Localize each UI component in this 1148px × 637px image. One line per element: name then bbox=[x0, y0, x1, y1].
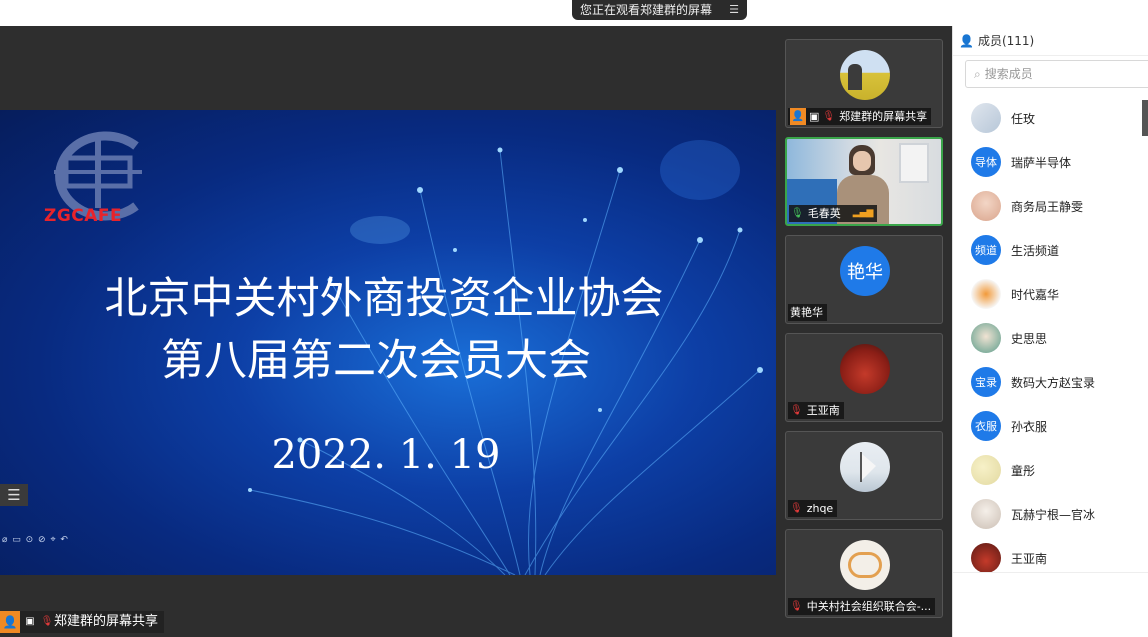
video-tile[interactable]: 艳华 黄艳华 bbox=[785, 235, 943, 324]
tile-name: 王亚南 bbox=[806, 404, 840, 417]
member-name: 孙衣服 bbox=[1011, 419, 1048, 434]
avatar bbox=[971, 191, 1001, 221]
avatar bbox=[840, 540, 890, 590]
avatar bbox=[971, 279, 1001, 309]
scrollbar-thumb[interactable] bbox=[1142, 100, 1148, 136]
divider bbox=[953, 572, 1148, 573]
member-name: 史思思 bbox=[1011, 331, 1048, 346]
avatar bbox=[971, 455, 1001, 485]
member-item[interactable]: 商务局王静雯 bbox=[953, 184, 1148, 228]
members-panel: 👤 成员(111) ⌕ 搜索成员 任玫 导体 瑞萨半导体 商务局王静雯 频道 生活频… bbox=[952, 26, 1148, 637]
video-tile[interactable]: 🎙 王亚南 bbox=[785, 333, 943, 422]
logo-text: ZGCAFE bbox=[44, 206, 123, 226]
member-item[interactable]: 时代嘉华 bbox=[953, 272, 1148, 316]
avatar bbox=[840, 50, 890, 100]
screen-share-icon: ▣ bbox=[25, 616, 35, 627]
member-item[interactable]: 王亚南 bbox=[953, 536, 1148, 580]
mic-off-icon: 🎙 bbox=[822, 111, 836, 122]
mic-off-icon: 🎙 bbox=[40, 616, 54, 627]
presenter-label: 👤 ▣ 🎙 郑建群的屏幕共享 bbox=[0, 611, 165, 633]
member-list: 任玫 导体 瑞萨半导体 商务局王静雯 频道 生活频道 时代嘉华 史思思 宝录 数… bbox=[953, 96, 1148, 580]
viewing-text: 您正在观看郑建群的屏幕 bbox=[580, 3, 713, 17]
avatar: 宝录 bbox=[971, 367, 1001, 397]
avatar bbox=[971, 543, 1001, 573]
meeting-window: 您正在观看郑建群的屏幕 ☰ ZGCAFE 北京中关村外商投资企业协会 第八届第二… bbox=[0, 0, 1148, 637]
member-search-input[interactable]: ⌕ 搜索成员 bbox=[965, 60, 1148, 88]
members-count: 成员(111) bbox=[977, 34, 1035, 48]
member-item[interactable]: 瓦赫宁根—官冰 bbox=[953, 492, 1148, 536]
member-name: 生活频道 bbox=[1011, 243, 1060, 258]
slide-date: 2022. 1. 19 bbox=[271, 432, 501, 478]
signal-icon: ▂▄▆ bbox=[852, 208, 874, 218]
avatar bbox=[971, 499, 1001, 529]
avatar bbox=[840, 442, 890, 492]
screen-share-icon: ▣ bbox=[809, 110, 820, 123]
outline-list-icon[interactable]: ☰ bbox=[0, 484, 28, 506]
member-item[interactable]: 衣服 孙衣服 bbox=[953, 404, 1148, 448]
member-name: 童彤 bbox=[1011, 463, 1036, 478]
shared-screen-area: ZGCAFE 北京中关村外商投资企业协会 第八届第二次会员大会 2022. 1.… bbox=[0, 26, 776, 637]
avatar: 导体 bbox=[971, 147, 1001, 177]
tile-name-bar: 🎙 王亚南 bbox=[788, 402, 844, 419]
presentation-slide: ZGCAFE 北京中关村外商投资企业协会 第八届第二次会员大会 2022. 1.… bbox=[0, 110, 776, 575]
avatar: 艳华 bbox=[840, 246, 890, 296]
tile-name: 黄艳华 bbox=[790, 306, 823, 319]
mic-off-icon: 🎙 bbox=[790, 601, 803, 612]
member-item[interactable]: 宝录 数码大方赵宝录 bbox=[953, 360, 1148, 404]
avatar bbox=[840, 344, 890, 394]
top-bar: 您正在观看郑建群的屏幕 ☰ bbox=[0, 0, 1148, 26]
user-icon: 👤 bbox=[0, 611, 20, 633]
avatar bbox=[971, 103, 1001, 133]
tile-name: 郑建群的屏幕共享 bbox=[839, 110, 928, 123]
mic-off-icon: 🎙 bbox=[790, 503, 803, 514]
search-icon: ⌕ bbox=[974, 67, 981, 81]
tile-name-bar: 🎙 中关村社会组织联合会-... bbox=[788, 598, 936, 615]
video-tile[interactable]: 👤 ▣ 🎙 郑建群的屏幕共享 bbox=[785, 39, 943, 128]
mic-on-icon: 🎙 bbox=[791, 208, 804, 219]
member-item[interactable]: 任玫 bbox=[953, 96, 1148, 140]
video-tile[interactable]: 🎙 中关村社会组织联合会-... bbox=[785, 529, 943, 618]
video-tiles-column: 👤 ▣ 🎙 郑建群的屏幕共享 🎙 毛春英 ▂▄▆ 艳华 黄艳华 🎙 王亚南 🎙 … bbox=[776, 26, 952, 637]
avatar bbox=[971, 323, 1001, 353]
member-name: 任玫 bbox=[1011, 111, 1036, 126]
tile-name: 毛春英 bbox=[807, 207, 841, 220]
member-item[interactable]: 导体 瑞萨半导体 bbox=[953, 140, 1148, 184]
member-item[interactable]: 史思思 bbox=[953, 316, 1148, 360]
presenter-label-text: 郑建群的屏幕共享 bbox=[54, 614, 159, 629]
tile-name-bar: 🎙 zhqe bbox=[788, 500, 838, 517]
tile-name-bar: 🎙 毛春英 ▂▄▆ bbox=[789, 205, 878, 222]
video-tile-active[interactable]: 🎙 毛春英 ▂▄▆ bbox=[785, 137, 943, 226]
avatar: 衣服 bbox=[971, 411, 1001, 441]
video-tile[interactable]: 🎙 zhqe bbox=[785, 431, 943, 520]
member-name: 瑞萨半导体 bbox=[1011, 155, 1072, 170]
tile-name-bar: 黄艳华 bbox=[788, 304, 827, 321]
annotation-toolbar[interactable]: ⌀ ▭ ⊙ ⊘ ⌖ ↶ bbox=[2, 535, 69, 545]
slide-title-line2: 第八届第二次会员大会 bbox=[161, 336, 591, 386]
tile-name-bar: 👤 ▣ 🎙 郑建群的屏幕共享 bbox=[788, 108, 932, 125]
user-icon: 👤 bbox=[790, 108, 806, 125]
list-icon[interactable]: ☰ bbox=[729, 0, 739, 20]
member-item[interactable]: 频道 生活频道 bbox=[953, 228, 1148, 272]
mic-off-icon: 🎙 bbox=[790, 405, 803, 416]
search-placeholder: 搜索成员 bbox=[984, 67, 1033, 81]
slide-title-line1: 北京中关村外商投资企业协会 bbox=[104, 274, 664, 324]
member-item[interactable]: 童彤 bbox=[953, 448, 1148, 492]
member-name: 王亚南 bbox=[1011, 551, 1048, 566]
member-name: 商务局王静雯 bbox=[1011, 199, 1084, 214]
member-name: 瓦赫宁根—官冰 bbox=[1011, 507, 1096, 522]
tile-name: zhqe bbox=[806, 502, 834, 515]
viewing-banner[interactable]: 您正在观看郑建群的屏幕 ☰ bbox=[572, 0, 747, 20]
member-name: 数码大方赵宝录 bbox=[1011, 375, 1096, 390]
tile-name: 中关村社会组织联合会-... bbox=[806, 600, 932, 613]
person-icon: 👤 bbox=[959, 34, 974, 48]
avatar: 频道 bbox=[971, 235, 1001, 265]
members-header: 👤 成员(111) bbox=[953, 26, 1148, 56]
member-name: 时代嘉华 bbox=[1011, 287, 1060, 302]
